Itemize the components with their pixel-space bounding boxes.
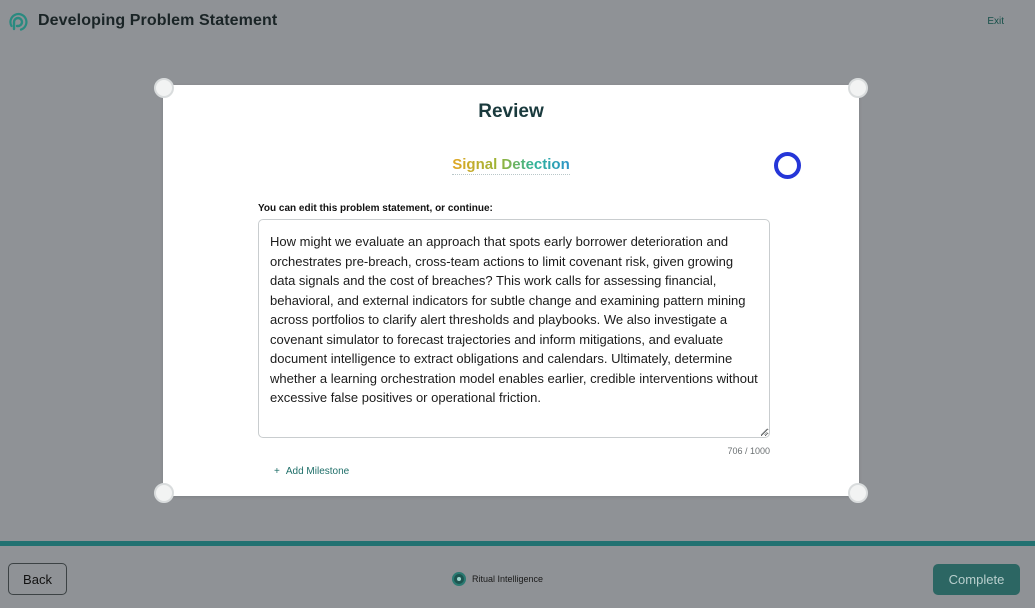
back-button[interactable]: Back (8, 563, 67, 595)
brand-mark: Ritual Intelligence (452, 572, 543, 586)
corner-handle-bottom-left[interactable] (154, 483, 174, 503)
add-milestone-button[interactable]: + Add Milestone (274, 466, 349, 477)
plus-icon: + (274, 466, 280, 477)
ritual-logo-icon (9, 12, 28, 31)
corner-handle-bottom-right[interactable] (848, 483, 868, 503)
review-title: Review (478, 101, 544, 122)
complete-button[interactable]: Complete (933, 564, 1020, 595)
add-milestone-label: Add Milestone (285, 466, 350, 477)
page-title: Developing Problem Statement (38, 12, 278, 29)
loading-ring-icon (774, 152, 801, 179)
section-title[interactable]: Signal Detection (163, 156, 859, 175)
exit-link[interactable]: Exit (987, 16, 1004, 27)
section-title-text: Signal Detection (452, 156, 570, 175)
ritual-intelligence-icon (452, 572, 466, 586)
character-count: 706 / 1000 (727, 446, 770, 456)
review-card: Review Signal Detection You can edit thi… (154, 78, 868, 503)
corner-handle-top-right[interactable] (848, 78, 868, 98)
problem-statement-textarea[interactable]: How might we evaluate an approach that s… (258, 219, 770, 438)
brand-label: Ritual Intelligence (472, 574, 544, 584)
edit-instruction-label: You can edit this problem statement, or … (258, 203, 493, 214)
resize-grip-icon[interactable] (760, 428, 767, 435)
top-header: Developing Problem Statement Exit (0, 0, 1035, 44)
footer-bar: Back Ritual Intelligence Complete (0, 546, 1035, 608)
problem-statement-text: How might we evaluate an approach that s… (270, 234, 758, 405)
corner-handle-top-left[interactable] (154, 78, 174, 98)
